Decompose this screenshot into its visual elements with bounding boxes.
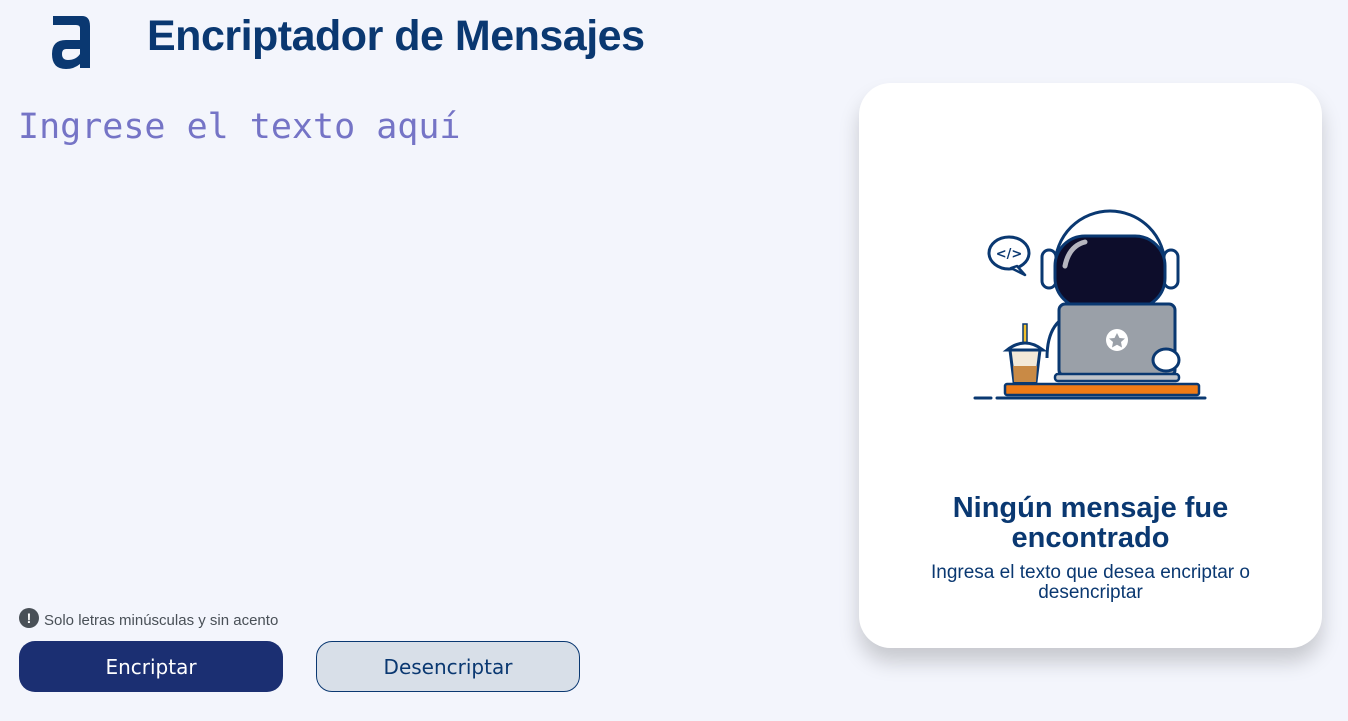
encrypt-button[interactable]: Encriptar [19,641,283,692]
empty-state-title: Ningún mensaje fue encontrado [952,492,1229,554]
output-card: </> Ningún mensaje fue encontrado Ingres… [859,83,1322,648]
app-title: Encriptador de Mensajes [147,12,645,60]
decrypt-button[interactable]: Desencriptar [316,641,580,692]
message-input[interactable] [18,106,818,586]
empty-state-subtitle: Ingresa el texto que desea encriptar o d… [931,562,1250,603]
input-hint: ! Solo letras minúsculas y sin acento [19,606,278,629]
hint-text: Solo letras minúsculas y sin acento [44,612,279,629]
astronaut-laptop-illustration: </> [973,209,1207,400]
speech-bubble-icon: </> [987,235,1031,277]
exclamation-circle-icon: ! [19,607,39,628]
alura-logo-icon [52,16,90,69]
svg-text:</>: </> [996,247,1023,262]
